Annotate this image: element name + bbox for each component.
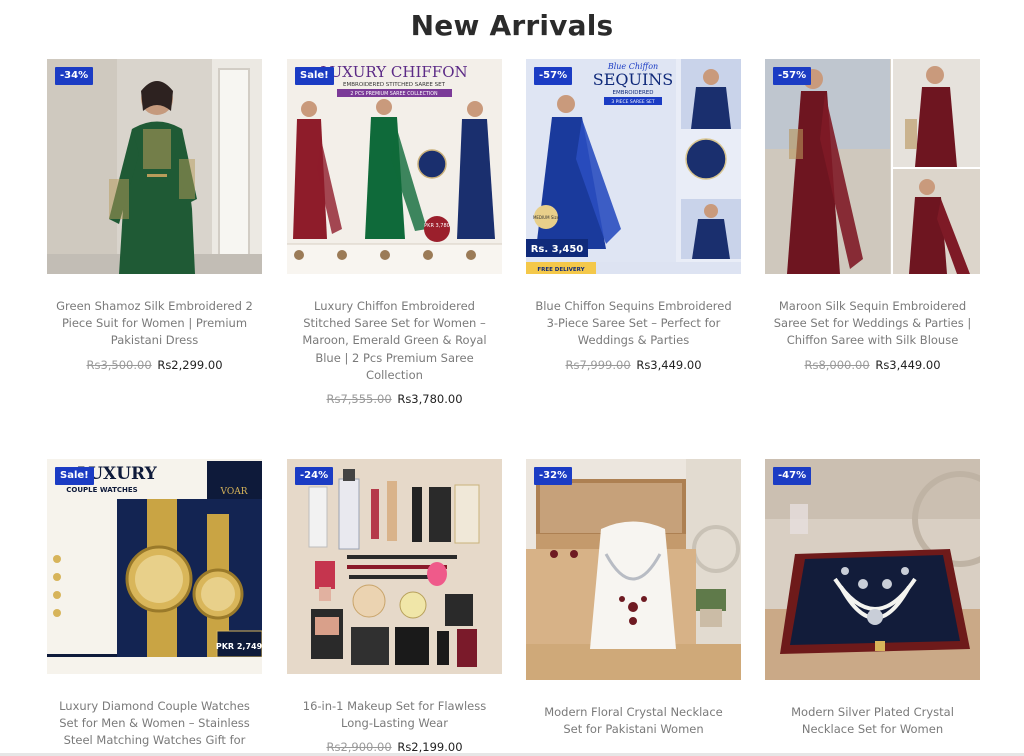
maroon-saree-collage-image: [765, 59, 980, 274]
blue-sequin-saree-image: Blue Chiffon SEQUINS EMBROIDERED 3 PIECE…: [526, 59, 741, 274]
product-title-link[interactable]: Luxury Chiffon Embroidered Stitched Sare…: [287, 298, 502, 384]
size-label: MEDIUM Size: [533, 215, 560, 220]
price-tag: PKR 2,749: [216, 642, 262, 651]
discount-badge: -47%: [773, 467, 812, 485]
product-image[interactable]: -47%: [765, 459, 980, 680]
banner-subline: COUPLE WATCHES: [66, 486, 137, 494]
woman-green-suit-image: [47, 59, 262, 274]
old-price: Rs8,000.00: [804, 357, 870, 372]
sale-price: Rs3,449.00: [875, 357, 941, 372]
product-card: -47% Modern Silver Plated Crystal Neckla…: [765, 459, 980, 738]
product-price: Rs7,555.00 Rs3,780.00: [287, 392, 502, 406]
sale-badge: Sale!: [55, 467, 94, 485]
product-card: -57% Maroon Silk Sequin Embroidered Sare…: [765, 59, 980, 372]
product-image[interactable]: LUXURY CHIFFON EMBROIDERED STITCHED SARE…: [287, 59, 502, 274]
new-arrivals-page: New Arrivals -34% Green Shamoz Silk Embr…: [0, 0, 1024, 756]
product-card: Blue Chiffon SEQUINS EMBROIDERED 3 PIECE…: [526, 59, 741, 372]
delivery-label: FREE DELIVERY: [537, 267, 585, 273]
sale-price: Rs3,780.00: [397, 392, 463, 407]
product-card: LUXURY COUPLE WATCHES VOAR PKR 2,749 Sal…: [47, 459, 262, 750]
makeup-set-image: [287, 459, 502, 674]
old-price: Rs3,500.00: [86, 357, 152, 372]
old-price: Rs7,555.00: [326, 392, 392, 407]
product-image[interactable]: -32%: [526, 459, 741, 680]
discount-badge: -57%: [534, 67, 573, 85]
product-image[interactable]: Blue Chiffon SEQUINS EMBROIDERED 3 PIECE…: [526, 59, 741, 274]
product-image[interactable]: -57%: [765, 59, 980, 274]
product-card: -32% Modern Floral Crystal Necklace Set …: [526, 459, 741, 738]
sale-price: Rs3,449.00: [636, 357, 702, 372]
floral-necklace-image: [526, 459, 741, 680]
banner-headline: LUXURY CHIFFON: [320, 63, 467, 81]
product-price: Rs7,999.00 Rs3,449.00: [526, 358, 741, 372]
banner-headline-2: SEQUINS: [593, 70, 674, 89]
product-price: Rs3,500.00 Rs2,299.00: [47, 358, 262, 372]
brand-label: VOAR: [220, 487, 248, 497]
discount-badge: -57%: [773, 67, 812, 85]
couple-watches-image: LUXURY COUPLE WATCHES VOAR PKR 2,749: [47, 459, 262, 674]
product-title-link[interactable]: Modern Floral Crystal Necklace Set for P…: [526, 704, 741, 738]
section-title: New Arrivals: [410, 9, 614, 42]
sale-price: Rs2,299.00: [157, 357, 223, 372]
product-title-link[interactable]: Maroon Silk Sequin Embroidered Saree Set…: [765, 298, 980, 350]
silver-necklace-image: [765, 459, 980, 680]
discount-badge: -24%: [295, 467, 334, 485]
product-title-link[interactable]: Luxury Diamond Couple Watches Set for Me…: [47, 698, 262, 750]
product-image[interactable]: LUXURY COUPLE WATCHES VOAR PKR 2,749 Sal…: [47, 459, 262, 674]
chiffon-saree-banner-image: LUXURY CHIFFON EMBROIDERED STITCHED SARE…: [287, 59, 502, 274]
old-price: Rs7,999.00: [565, 357, 631, 372]
product-card: -34% Green Shamoz Silk Embroidered 2 Pie…: [47, 59, 262, 372]
banner-subline: EMBROIDERED STITCHED SAREE SET: [343, 82, 446, 88]
product-title-link[interactable]: Green Shamoz Silk Embroidered 2 Piece Su…: [47, 298, 262, 350]
product-title-link[interactable]: 16-in-1 Makeup Set for Flawless Long-Las…: [287, 698, 502, 732]
banner-subline: EMBROIDERED: [612, 90, 653, 96]
product-price: Rs8,000.00 Rs3,449.00: [765, 358, 980, 372]
product-title-link[interactable]: Blue Chiffon Sequins Embroidered 3-Piece…: [526, 298, 741, 350]
product-image[interactable]: -34%: [47, 59, 262, 274]
banner-tag: 3 PIECE SAREE SET: [611, 99, 655, 105]
sale-badge: Sale!: [295, 67, 334, 85]
price-tag: Rs. 3,450: [531, 244, 584, 255]
product-card: -24% 16-in-1 Makeup Set for Flawless Lon…: [287, 459, 502, 754]
discount-badge: -32%: [534, 467, 573, 485]
product-image[interactable]: -24%: [287, 459, 502, 674]
product-card: LUXURY CHIFFON EMBROIDERED STITCHED SARE…: [287, 59, 502, 406]
discount-badge: -34%: [55, 67, 94, 85]
price-circle-label: PKR 3,780: [424, 223, 450, 229]
banner-tag: 2 PCS PREMIUM SAREE COLLECTION: [350, 91, 438, 97]
product-title-link[interactable]: Modern Silver Plated Crystal Necklace Se…: [765, 704, 980, 738]
